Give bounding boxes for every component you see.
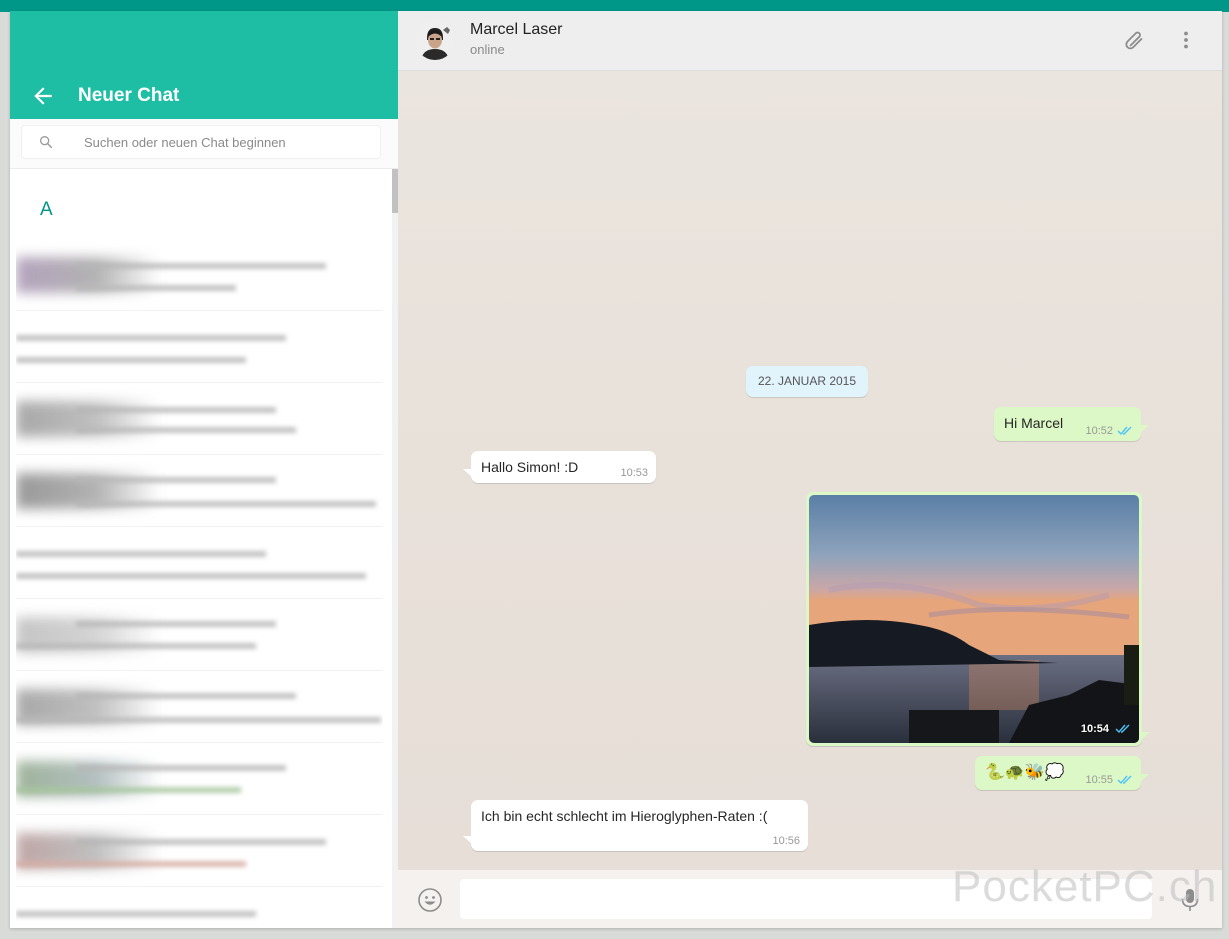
new-chat-drawer: Neuer Chat A (10, 11, 398, 928)
list-item[interactable] (16, 527, 383, 599)
bubble-tail (463, 836, 472, 844)
blurred-contact-status (16, 861, 246, 867)
blurred-contact-status (16, 643, 256, 649)
list-item[interactable] (16, 455, 383, 527)
outgoing-message[interactable]: 🐍🐢🐝💭 10:55 (975, 756, 1149, 790)
bubble-tail (1141, 732, 1150, 740)
outgoing-image-message[interactable]: 10:54 (806, 492, 1150, 746)
person-avatar-icon (415, 20, 455, 60)
conversation-header: Marcel Laser online (398, 11, 1222, 71)
list-item[interactable] (16, 311, 383, 383)
blurred-contact-name (16, 551, 266, 557)
message-text: Hi Marcel (1004, 415, 1064, 431)
sunset-lake-image (809, 495, 1139, 743)
more-vertical-icon[interactable] (1174, 28, 1198, 52)
blurred-contact-name (76, 477, 276, 483)
search-box (22, 126, 380, 158)
list-item[interactable] (16, 815, 383, 887)
contact-status: online (470, 42, 505, 57)
search-bar (10, 119, 398, 169)
blurred-contact-status (16, 573, 366, 579)
incoming-message[interactable]: Ich bin echt schlecht im Hieroglyphen-Ra… (463, 800, 808, 851)
message-time: 10:54 (1080, 723, 1109, 735)
blurred-contact-status (16, 787, 241, 793)
message-text: Ich bin echt schlecht im Hieroglyphen-Ra… (481, 808, 768, 824)
contact-section-letter: A (40, 199, 53, 220)
blurred-contact-status (76, 427, 296, 433)
back-arrow-icon[interactable] (30, 83, 56, 109)
double-check-icon (1115, 724, 1130, 734)
paperclip-icon[interactable] (1123, 28, 1147, 52)
blurred-contact-status (76, 501, 376, 507)
message-text: 🐍🐢🐝💭 (985, 764, 1065, 781)
whatsapp-web-app: Neuer Chat A (10, 11, 1222, 928)
bubble-tail (1140, 774, 1149, 782)
blurred-contact-status (16, 357, 246, 363)
blurred-contact-name (76, 765, 286, 771)
conversation-pane: Marcel Laser online 22. JANUAR 2015 Hi M… (398, 11, 1222, 928)
blurred-contact-name (76, 621, 276, 627)
double-check-icon (1117, 426, 1132, 436)
blurred-contact-name (76, 693, 296, 699)
blurred-contact-name (16, 335, 286, 341)
blurred-contact-status (76, 285, 236, 291)
message-time: 10:56 (772, 835, 800, 847)
date-divider: 22. JANUAR 2015 (746, 366, 868, 397)
list-item[interactable] (16, 743, 383, 815)
message-time: 10:52 (1085, 425, 1113, 437)
contact-name[interactable]: Marcel Laser (470, 21, 562, 39)
bubble-tail (1140, 425, 1149, 433)
drawer-title: Neuer Chat (78, 85, 180, 106)
contact-list (16, 239, 383, 928)
search-input[interactable] (84, 126, 364, 158)
double-check-icon (1117, 775, 1132, 785)
blurred-contact-name (76, 839, 326, 845)
message-time: 10:53 (620, 467, 648, 479)
list-item[interactable] (16, 599, 383, 671)
smiley-icon[interactable] (417, 887, 443, 913)
pocketpc-watermark-text: PocketPC.ch (952, 862, 1218, 911)
sunset-photo[interactable]: 10:54 (809, 495, 1139, 743)
list-item[interactable] (16, 887, 383, 928)
list-item[interactable] (16, 671, 383, 743)
message-time: 10:55 (1085, 774, 1113, 786)
message-text: Hallo Simon! :D (481, 459, 579, 475)
bubble-tail (463, 469, 472, 477)
drawer-header: Neuer Chat (10, 11, 398, 119)
contact-avatar[interactable] (415, 20, 455, 60)
incoming-message[interactable]: Hallo Simon! :D 10:53 (463, 451, 656, 483)
list-item[interactable] (16, 383, 383, 455)
search-icon (40, 136, 53, 149)
outgoing-message[interactable]: Hi Marcel 10:52 (994, 407, 1149, 441)
blurred-contact-status (16, 717, 381, 723)
blurred-contact-name (76, 407, 276, 413)
list-item[interactable] (16, 239, 383, 311)
blurred-contact-name (76, 263, 326, 269)
blurred-contact-name (16, 911, 256, 917)
